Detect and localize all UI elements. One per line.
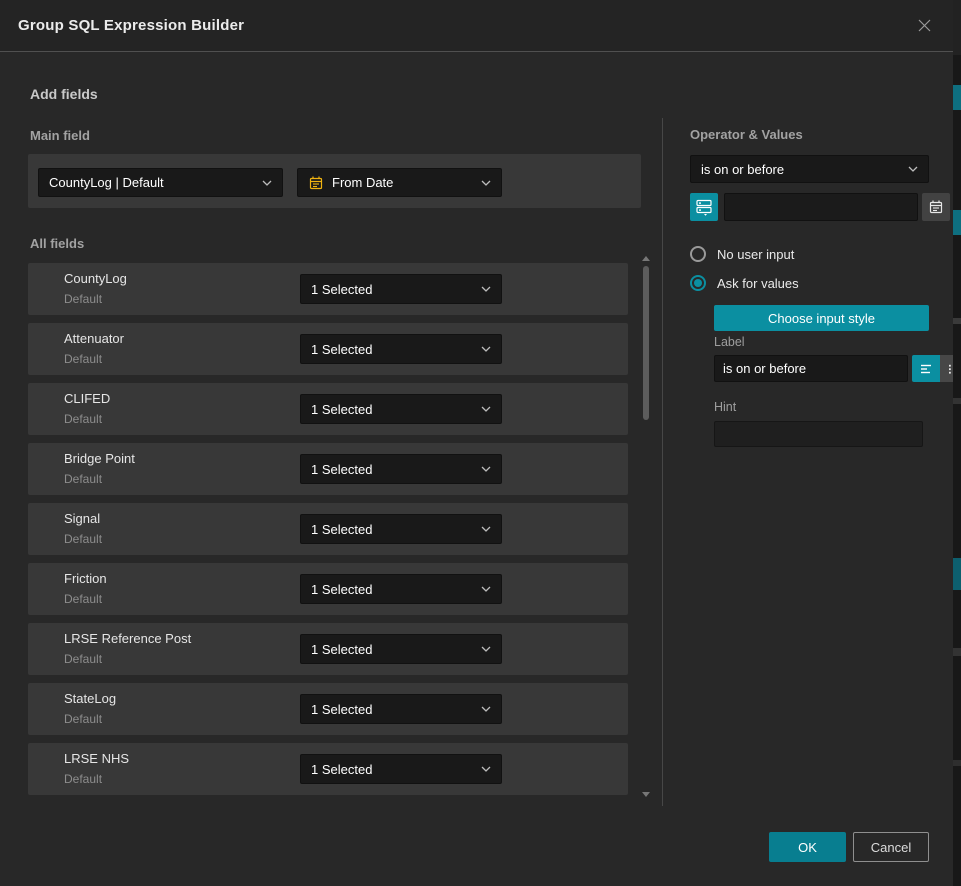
radio-no-user-input[interactable]: No user input: [690, 246, 794, 262]
field-selected-dropdown[interactable]: 1 Selected: [300, 574, 502, 604]
field-selected-value: 1 Selected: [311, 462, 475, 477]
scroll-down-arrow-icon[interactable]: [642, 792, 650, 797]
chevron-down-icon: [481, 526, 491, 532]
field-name: Signal: [64, 511, 100, 526]
operator-select[interactable]: is on or before: [690, 155, 929, 183]
chevron-down-icon: [481, 406, 491, 412]
field-selected-dropdown[interactable]: 1 Selected: [300, 754, 502, 784]
field-name: LRSE Reference Post: [64, 631, 191, 646]
field-selected-dropdown[interactable]: 1 Selected: [300, 394, 502, 424]
add-fields-heading: Add fields: [30, 86, 98, 102]
field-source-label: Default: [64, 472, 102, 486]
chevron-down-icon: [481, 646, 491, 652]
field-name: Bridge Point: [64, 451, 135, 466]
field-row: Signal Default 1 Selected: [28, 503, 628, 555]
chevron-down-icon: [481, 180, 491, 186]
main-field-select-value: From Date: [332, 175, 475, 190]
main-field-panel: CountyLog | Default From Date: [28, 154, 641, 208]
choose-input-style-button[interactable]: Choose input style: [714, 305, 929, 331]
field-source-label: Default: [64, 292, 102, 306]
field-row: Attenuator Default 1 Selected: [28, 323, 628, 375]
field-name: Friction: [64, 571, 107, 586]
field-row: Bridge Point Default 1 Selected: [28, 443, 628, 495]
field-source-label: Default: [64, 352, 102, 366]
label-input-row: [714, 355, 929, 382]
field-selected-dropdown[interactable]: 1 Selected: [300, 634, 502, 664]
field-row: LRSE Reference Post Default 1 Selected: [28, 623, 628, 675]
hint-input[interactable]: [714, 421, 923, 447]
chevron-down-icon: [481, 286, 491, 292]
field-name: CLIFED: [64, 391, 110, 406]
radio-no-user-input-label: No user input: [717, 247, 794, 262]
calendar-picker-icon[interactable]: [922, 193, 950, 221]
field-selected-value: 1 Selected: [311, 762, 475, 777]
field-selected-value: 1 Selected: [311, 582, 475, 597]
field-row: Friction Default 1 Selected: [28, 563, 628, 615]
chevron-down-icon: [481, 766, 491, 772]
label-field-label: Label: [714, 335, 745, 349]
field-selected-value: 1 Selected: [311, 642, 475, 657]
column-divider: [662, 118, 663, 806]
hint-field-label: Hint: [714, 400, 736, 414]
background-page-sliver: [953, 0, 961, 886]
field-source-label: Default: [64, 772, 102, 786]
scroll-up-arrow-icon[interactable]: [642, 256, 650, 261]
field-name: StateLog: [64, 691, 116, 706]
cancel-button[interactable]: Cancel: [853, 832, 929, 862]
field-source-label: Default: [64, 592, 102, 606]
field-selected-value: 1 Selected: [311, 522, 475, 537]
dialog-titlebar: Group SQL Expression Builder: [0, 0, 953, 52]
all-fields-list: CountyLog Default 1 Selected Attenuator …: [28, 263, 628, 800]
chevron-down-icon: [481, 706, 491, 712]
field-name: LRSE NHS: [64, 751, 129, 766]
main-field-select[interactable]: From Date: [297, 168, 502, 197]
value-input-row: [690, 193, 929, 221]
field-selected-dropdown[interactable]: 1 Selected: [300, 454, 502, 484]
field-row: CLIFED Default 1 Selected: [28, 383, 628, 435]
calendar-date-icon: [308, 175, 324, 191]
field-selected-dropdown[interactable]: 1 Selected: [300, 274, 502, 304]
radio-ask-for-values[interactable]: Ask for values: [690, 275, 799, 291]
field-selected-value: 1 Selected: [311, 702, 475, 717]
field-selected-dropdown[interactable]: 1 Selected: [300, 334, 502, 364]
chevron-down-icon: [481, 586, 491, 592]
field-selected-value: 1 Selected: [311, 402, 475, 417]
layer-select-value: CountyLog | Default: [49, 175, 256, 190]
radio-ask-for-values-label: Ask for values: [717, 276, 799, 291]
field-row: CountyLog Default 1 Selected: [28, 263, 628, 315]
main-field-heading: Main field: [30, 128, 90, 143]
input-type-icon[interactable]: [690, 193, 718, 221]
field-name: CountyLog: [64, 271, 127, 286]
radio-circle-icon[interactable]: [690, 246, 706, 262]
value-date-input[interactable]: [724, 193, 918, 221]
list-scrollbar[interactable]: [643, 266, 649, 420]
operator-select-value: is on or before: [701, 162, 902, 177]
chevron-down-icon: [262, 180, 272, 186]
label-input[interactable]: [714, 355, 908, 382]
layer-select[interactable]: CountyLog | Default: [38, 168, 283, 197]
chevron-down-icon: [908, 166, 918, 172]
align-left-icon[interactable]: [912, 355, 940, 382]
ok-button[interactable]: OK: [769, 832, 846, 862]
field-selected-dropdown[interactable]: 1 Selected: [300, 514, 502, 544]
radio-circle-icon[interactable]: [690, 275, 706, 291]
field-selected-value: 1 Selected: [311, 342, 475, 357]
close-icon[interactable]: [913, 15, 935, 37]
field-source-label: Default: [64, 412, 102, 426]
group-sql-expression-builder-dialog: Group SQL Expression Builder Add fields …: [0, 0, 953, 886]
field-source-label: Default: [64, 532, 102, 546]
operator-values-heading: Operator & Values: [690, 127, 803, 142]
chevron-down-icon: [481, 466, 491, 472]
field-row: StateLog Default 1 Selected: [28, 683, 628, 735]
field-source-label: Default: [64, 712, 102, 726]
dialog-title: Group SQL Expression Builder: [18, 17, 244, 34]
field-name: Attenuator: [64, 331, 124, 346]
field-row: LRSE NHS Default 1 Selected: [28, 743, 628, 795]
chevron-down-icon: [481, 346, 491, 352]
all-fields-heading: All fields: [30, 236, 84, 251]
field-selected-dropdown[interactable]: 1 Selected: [300, 694, 502, 724]
field-source-label: Default: [64, 652, 102, 666]
field-selected-value: 1 Selected: [311, 282, 475, 297]
